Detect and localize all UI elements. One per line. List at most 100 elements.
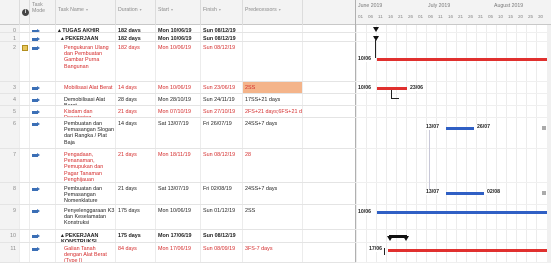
duration-cell[interactable]: 21 days — [116, 149, 156, 182]
task-bar[interactable] — [446, 127, 474, 130]
timescale[interactable]: June 2019 July 2019 August 2019 01 06 11 16… — [356, 0, 551, 25]
task-mode-cell[interactable] — [30, 33, 56, 41]
task-mode-cell[interactable] — [30, 82, 56, 93]
task-mode-cell[interactable] — [30, 25, 56, 32]
finish-cell[interactable]: Sun 08/12/19 — [201, 149, 243, 182]
add-cell[interactable] — [303, 243, 356, 262]
add-column-header[interactable] — [303, 0, 356, 25]
duration-cell[interactable]: 21 days — [116, 106, 156, 117]
add-cell[interactable] — [303, 25, 356, 32]
add-cell[interactable] — [303, 205, 356, 229]
task-mode-cell[interactable] — [30, 205, 56, 229]
task-mode-cell[interactable] — [30, 183, 56, 204]
finish-cell[interactable]: Sun 08/12/19 — [201, 42, 243, 81]
task-bar[interactable] — [446, 192, 484, 195]
task-name-cell[interactable]: Kisdam dan Dewatering — [56, 106, 116, 117]
finish-cell[interactable]: Sun 08/12/19 — [201, 33, 243, 41]
task-bar-critical[interactable] — [377, 58, 547, 61]
task-bar[interactable] — [377, 211, 547, 214]
duration-cell[interactable]: 28 days — [116, 94, 156, 105]
duration-cell[interactable]: 182 days — [116, 25, 156, 32]
scroll-to-task-marker[interactable] — [542, 126, 546, 130]
task-name-cell[interactable]: Galian Tanah dengan Alat Berat (Type I) — [56, 243, 116, 262]
finish-cell[interactable]: Sun 08/12/19 — [201, 230, 243, 242]
predecessors-cell[interactable]: 28 — [243, 149, 303, 182]
predecessors-cell[interactable] — [243, 230, 303, 242]
finish-cell[interactable]: Fri 02/08/19 — [201, 183, 243, 204]
start-cell[interactable]: Sat 13/07/19 — [156, 118, 201, 148]
predecessors-cell[interactable] — [243, 42, 303, 81]
table-row[interactable]: 10 ▴ PEKERJAAN KONSTRUKSI 175 days Mon 1… — [0, 230, 356, 243]
start-cell[interactable]: Sat 13/07/19 — [156, 183, 201, 204]
table-row[interactable]: 5 Kisdam dan Dewatering 21 days Mon 07/1… — [0, 106, 356, 118]
start-cell[interactable]: Mon 10/06/19 — [156, 25, 201, 32]
start-cell[interactable]: Mon 10/06/19 — [156, 33, 201, 41]
add-cell[interactable] — [303, 82, 356, 93]
task-mode-cell[interactable] — [30, 94, 56, 105]
indicators-header[interactable]: i — [20, 0, 30, 25]
duration-header[interactable]: Duration ▾ — [116, 0, 156, 25]
table-row[interactable]: 4 Demobilisasi Alat Berat 28 days Mon 28… — [0, 94, 356, 106]
task-name-cell[interactable]: Pengadaan, Penanaman, Pemupukan dan Paga… — [56, 149, 116, 182]
predecessors-cell[interactable]: 2SS — [243, 205, 303, 229]
predecessors-cell[interactable]: 2SS — [243, 82, 303, 93]
start-cell[interactable]: Mon 10/06/19 — [156, 82, 201, 93]
indicator-cell[interactable] — [20, 42, 30, 81]
finish-cell[interactable]: Sun 27/10/19 — [201, 106, 243, 117]
chevron-down-icon[interactable]: ▾ — [219, 7, 221, 12]
task-mode-cell[interactable] — [30, 230, 56, 242]
start-cell[interactable]: Mon 10/06/19 — [156, 205, 201, 229]
table-row[interactable]: 9 Penyelenggaraan K3 dan Keselamatan Kon… — [0, 205, 356, 230]
finish-cell[interactable]: Sun 24/11/19 — [201, 94, 243, 105]
task-bar-critical[interactable] — [388, 249, 547, 252]
task-name-cell[interactable]: ▴ PEKERJAAN PERSIAPAN — [56, 33, 116, 41]
add-cell[interactable] — [303, 183, 356, 204]
predecessors-cell[interactable]: 2FS+21 days;6FS+21 days — [243, 106, 303, 117]
task-name-cell[interactable]: Pengukuran Ulang dan Pembuatan Gambar Pu… — [56, 42, 116, 81]
task-name-cell[interactable]: ▴ PEKERJAAN KONSTRUKSI — [56, 230, 116, 242]
add-cell[interactable] — [303, 118, 356, 148]
start-header[interactable]: Start ▾ — [156, 0, 201, 25]
add-cell[interactable] — [303, 230, 356, 242]
task-mode-cell[interactable] — [30, 243, 56, 262]
start-cell[interactable]: Mon 10/06/19 — [156, 42, 201, 81]
table-row[interactable]: 8 Pembuatan dan Pemasangan Nomenklature … — [0, 183, 356, 205]
duration-cell[interactable]: 14 days — [116, 118, 156, 148]
summary-start-marker[interactable] — [373, 36, 379, 41]
predecessors-cell[interactable]: 24SS+7 days — [243, 183, 303, 204]
start-cell[interactable]: Mon 17/06/19 — [156, 230, 201, 242]
add-cell[interactable] — [303, 33, 356, 41]
table-row[interactable]: 11 Galian Tanah dengan Alat Berat (Type … — [0, 243, 356, 263]
task-name-header[interactable]: Task Name ▾ — [56, 0, 116, 25]
summary-start-marker[interactable] — [373, 27, 379, 32]
task-mode-cell[interactable] — [30, 149, 56, 182]
task-mode-cell[interactable] — [30, 106, 56, 117]
table-row[interactable]: 7 Pengadaan, Penanaman, Pemupukan dan Pa… — [0, 149, 356, 183]
task-name-cell[interactable]: ▴ TUGAS AKHIR YUKE PROYEK — [56, 25, 116, 32]
table-row[interactable]: 2 Pengukuran Ulang dan Pembuatan Gambar … — [0, 42, 356, 82]
note-icon[interactable] — [22, 45, 28, 51]
table-row[interactable]: 0 ▴ TUGAS AKHIR YUKE PROYEK 182 days Mon… — [0, 25, 356, 33]
predecessors-cell[interactable] — [243, 25, 303, 32]
add-cell[interactable] — [303, 106, 356, 117]
predecessors-cell[interactable]: 17SS+21 days — [243, 94, 303, 105]
duration-cell[interactable]: 14 days — [116, 82, 156, 93]
table-row[interactable]: 6 Pembuatan dan Pemasangan Slogan dari R… — [0, 118, 356, 149]
duration-cell[interactable]: 21 days — [116, 183, 156, 204]
task-name-cell[interactable]: Pembuatan dan Pemasangan Nomenklature — [56, 183, 116, 204]
start-cell[interactable]: Mon 17/06/19 — [156, 243, 201, 262]
task-name-cell[interactable]: Demobilisasi Alat Berat — [56, 94, 116, 105]
table-row[interactable]: 1 ▴ PEKERJAAN PERSIAPAN 182 days Mon 10/… — [0, 33, 356, 42]
predecessors-header[interactable]: Predecessors ▾ — [243, 0, 303, 25]
chevron-down-icon[interactable]: ▾ — [171, 7, 173, 12]
scroll-to-task-marker[interactable] — [542, 191, 546, 195]
finish-header[interactable]: Finish ▾ — [201, 0, 243, 25]
start-cell[interactable]: Mon 07/10/19 — [156, 106, 201, 117]
task-mode-header[interactable]: Task Mode — [30, 0, 56, 25]
add-cell[interactable] — [303, 42, 356, 81]
duration-cell[interactable]: 84 days — [116, 243, 156, 262]
chevron-down-icon[interactable]: ▾ — [86, 7, 88, 12]
add-cell[interactable] — [303, 94, 356, 105]
gantt-chart[interactable]: June 2019 July 2019 August 2019 01 06 11 16… — [356, 0, 551, 263]
vertical-scrollbar[interactable] — [547, 25, 551, 263]
